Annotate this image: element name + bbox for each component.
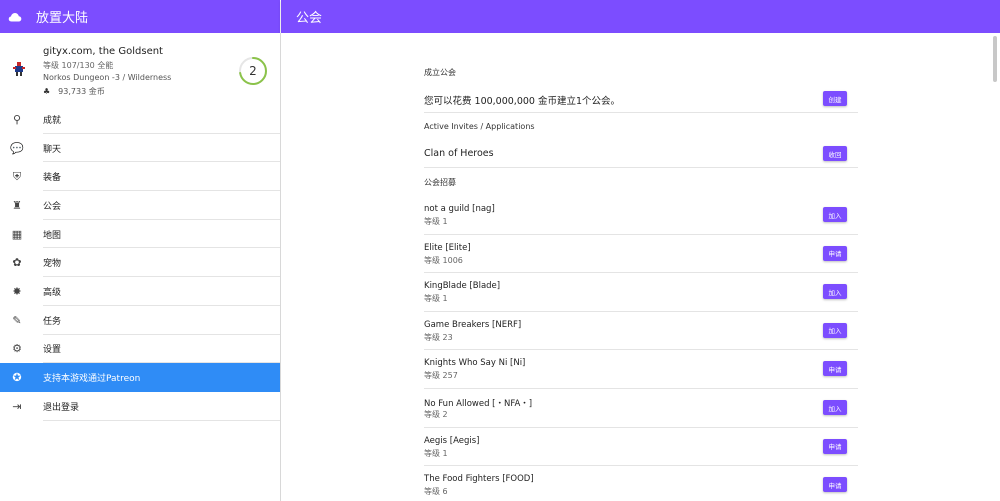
castle-icon: ♜ [12, 198, 22, 212]
profile-card[interactable]: gityx.com, the Goldsent 等级 107/130 全能 No… [0, 33, 280, 101]
list-item: not a guild [nag] 等级 1 加入 [424, 196, 858, 235]
guild-level: 等级 6 [424, 487, 448, 497]
character-location: Norkos Dungeon -3 / Wilderness [43, 73, 172, 82]
guild-name: No Fun Allowed [・NFA・] [424, 399, 533, 409]
divider [424, 112, 858, 113]
sidebar-item-trophy[interactable]: ⚲ 成就 [0, 105, 280, 134]
sidebar-item-castle[interactable]: ♜ 公会 [0, 191, 280, 220]
guild-name: Aegis [Aegis] [424, 435, 480, 446]
map-icon: ▦ [11, 227, 23, 241]
list-item: Knights Who Say Ni [Ni] 等级 257 申请 [424, 350, 858, 389]
guild-action-button[interactable]: 加入 [823, 207, 847, 222]
list-item: The Food Fighters [FOOD] 等级 6 申请 [424, 466, 858, 501]
invites-section-title: Active Invites / Applications [424, 122, 535, 131]
paw-icon: ✿ [12, 256, 22, 270]
sidebar-item-label: 设置 [43, 345, 62, 356]
create-guild-button[interactable]: 创建 [823, 91, 847, 106]
sidebar-item-map[interactable]: ▦ 地图 [0, 220, 280, 249]
list-item: Aegis [Aegis] 等级 1 申请 [424, 428, 858, 467]
trophy-icon: ⚲ [12, 112, 22, 126]
create-guild-row: 您可以花费 100,000,000 金币建立1个公会。 创建 [424, 86, 858, 113]
guild-name: KingBlade [Blade] [424, 281, 501, 292]
withdraw-button[interactable]: 收回 [823, 146, 847, 161]
list-item: Elite [Elite] 等级 1006 申请 [424, 235, 858, 274]
invite-row: Clan of Heroes 收回 [424, 141, 858, 168]
sidebar-item-premium[interactable]: ✸ 高级 [0, 277, 280, 306]
guild-action-button[interactable]: 加入 [823, 284, 847, 300]
sidebar-item-label: 装备 [43, 173, 62, 184]
divider [43, 419, 280, 421]
guild-action-button[interactable]: 申请 [823, 245, 847, 261]
divider [424, 167, 858, 168]
guild-level: 等级 257 [424, 371, 458, 381]
guild-level: 等级 1 [424, 217, 448, 226]
create-guild-text: 您可以花费 100,000,000 金币建立1个公会。 [424, 96, 621, 107]
scrollbar[interactable] [993, 36, 997, 82]
list-item: Game Breakers [NERF] 等级 23 加入 [424, 312, 858, 351]
gold-amount: 93,733 金币 [58, 87, 105, 96]
quest-icon: ✎ [12, 313, 22, 327]
ring-value: 2 [249, 64, 257, 78]
guild-name: Knights Who Say Ni [Ni] [424, 358, 526, 369]
cloud-icon [8, 12, 22, 21]
guild-action-button[interactable]: 申请 [823, 361, 847, 377]
create-section-title: 成立公会 [424, 68, 456, 77]
patreon-icon: ✪ [12, 371, 22, 385]
gold-display: ♣ 93,733 金币 [43, 86, 105, 97]
sidebar-item-label: 任务 [43, 316, 62, 327]
sidebar-item-quest[interactable]: ✎ 任务 [0, 306, 280, 335]
character-name: gityx.com, the Goldsent [43, 46, 163, 57]
guild-name: not a guild [nag] [424, 204, 495, 214]
page-header: 公会 [281, 0, 1000, 33]
sidebar-item-gear[interactable]: ⚙ 设置 [0, 335, 280, 364]
sidebar-item-chat[interactable]: 💬 聊天 [0, 134, 280, 163]
gear-icon: ⚙ [12, 342, 22, 356]
guild-level: 等级 2 [424, 410, 448, 419]
chat-icon: 💬 [10, 141, 24, 155]
sidebar-item-paw[interactable]: ✿ 宠物 [0, 248, 280, 278]
sidebar-item-label: 高级 [43, 287, 62, 298]
sidebar-item-label: 聊天 [43, 144, 62, 155]
guild-action-button[interactable]: 加入 [823, 400, 847, 415]
sidebar-item-label: 支持本游戏通过Patreon [43, 374, 141, 385]
sidebar-nav: ⚲ 成就 💬 聊天 ⛨ 装备 ♜ 公会 ▦ 地图 ✿ 宠物 ✸ 高级 ✎ 任务 ⚙ 设置 ✪ 支持本游戏通过Patre… [0, 105, 280, 421]
sidebar-item-label: 退出登录 [43, 402, 80, 413]
recruit-section-title: 公会招募 [424, 178, 456, 187]
guild-action-button[interactable]: 申请 [823, 438, 847, 454]
guild-level: 等级 1 [424, 448, 448, 458]
guild-name: Game Breakers [NERF] [424, 319, 522, 330]
guild-level: 等级 1 [424, 294, 448, 304]
premium-icon: ✸ [12, 284, 22, 298]
main-content: 成立公会 您可以花费 100,000,000 金币建立1个公会。 创建 Acti… [281, 33, 1000, 501]
list-item: KingBlade [Blade] 等级 1 加入 [424, 273, 858, 312]
guild-action-button[interactable]: 申请 [823, 477, 847, 493]
armor-icon: ⛨ [12, 169, 22, 183]
invite-guild-name: Clan of Heroes [424, 148, 494, 159]
sidebar-item-logout[interactable]: ⇥ 退出登录 [0, 392, 280, 421]
sidebar: gityx.com, the Goldsent 等级 107/130 全能 No… [0, 33, 281, 501]
guild-action-button[interactable]: 加入 [823, 322, 847, 338]
app-title: 放置大陆 [36, 11, 89, 26]
sidebar-item-patreon[interactable]: ✪ 支持本游戏通过Patreon [0, 363, 280, 392]
app-header: 放置大陆 [0, 0, 280, 33]
guild-name: Elite [Elite] [424, 242, 471, 253]
logout-icon: ⇥ [12, 399, 22, 413]
coin-icon: ♣ [43, 87, 51, 96]
sidebar-item-label: 地图 [43, 230, 62, 241]
list-item: No Fun Allowed [・NFA・] 等级 2 加入 [424, 389, 858, 428]
sidebar-item-label: 成就 [43, 115, 62, 126]
guild-level: 等级 1006 [424, 255, 463, 265]
guild-level: 等级 23 [424, 332, 453, 342]
guild-name: The Food Fighters [FOOD] [424, 474, 534, 485]
sidebar-item-label: 公会 [43, 201, 62, 212]
avatar [13, 62, 25, 76]
sidebar-item-label: 宠物 [43, 259, 62, 270]
sidebar-item-armor[interactable]: ⛨ 装备 [0, 162, 280, 192]
character-level: 等级 107/130 全能 [43, 61, 114, 70]
page-title: 公会 [296, 11, 323, 26]
